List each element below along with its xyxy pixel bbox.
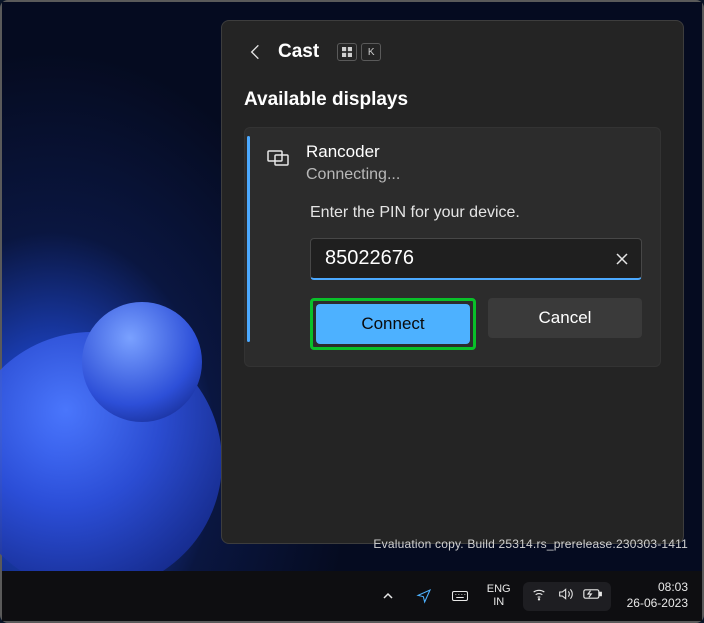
keyboard-icon[interactable] (445, 581, 475, 611)
evaluation-watermark: Evaluation copy. Build 25314.rs_prerelea… (373, 535, 688, 553)
windows-key-icon (337, 43, 357, 61)
system-tray[interactable] (523, 582, 611, 611)
pin-prompt: Enter the PIN for your device. (310, 204, 642, 222)
device-name: Rancoder (306, 142, 400, 162)
pin-input[interactable] (310, 238, 642, 280)
section-title: Available displays (244, 89, 661, 111)
cancel-button[interactable]: Cancel (488, 298, 642, 338)
clock[interactable]: 08:03 26-06-2023 (627, 580, 688, 611)
shortcut-hint: K (337, 43, 381, 61)
back-icon[interactable] (244, 41, 266, 63)
watermark-build: Evaluation copy. Build 25314.rs_prerelea… (373, 535, 688, 553)
display-device-icon (266, 146, 290, 184)
taskbar[interactable]: ENG IN 08:03 26-06-2023 (2, 571, 702, 621)
lang-top: ENG (487, 583, 511, 596)
device-card: Rancoder Connecting... Enter the PIN for… (244, 127, 661, 367)
flyout-title: Cast (278, 41, 319, 63)
device-status: Connecting... (306, 166, 400, 184)
connect-highlight: Connect (310, 298, 476, 350)
tray-overflow-icon[interactable] (373, 581, 403, 611)
clock-date: 26-06-2023 (627, 596, 688, 612)
wifi-icon[interactable] (531, 586, 547, 607)
language-indicator[interactable]: ENG IN (487, 583, 511, 608)
cast-flyout: Cast K Available displays Rancoder Conn (221, 20, 684, 544)
battery-icon[interactable] (583, 586, 603, 607)
connect-button[interactable]: Connect (316, 304, 470, 344)
clear-input-icon[interactable] (612, 249, 632, 269)
location-icon[interactable] (409, 581, 439, 611)
clock-time: 08:03 (627, 580, 688, 596)
k-key: K (361, 43, 381, 61)
lang-bottom: IN (487, 596, 511, 609)
volume-icon[interactable] (557, 586, 573, 607)
flyout-header: Cast K (244, 41, 661, 63)
